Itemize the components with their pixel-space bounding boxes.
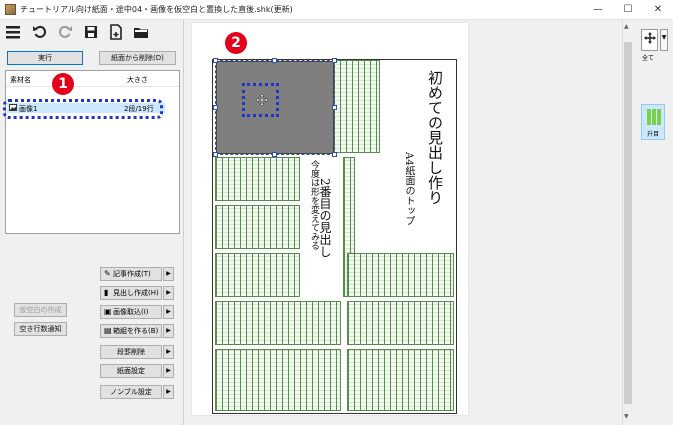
menu-icon[interactable] xyxy=(5,24,21,40)
right-panel: ▼ 全て 升目 xyxy=(633,20,673,425)
canvas-area[interactable]: 初めての見出し作り A4紙面のトップ 今度は形を変えてみる 2番目の見出し 2 xyxy=(183,20,623,425)
minimize-button[interactable]: — xyxy=(583,0,613,20)
page-settings-button[interactable]: 紙面設定 xyxy=(100,364,162,378)
move-view-icon xyxy=(644,32,656,46)
newspaper-page[interactable]: 初めての見出し作り A4紙面のトップ 今度は形を変えてみる 2番目の見出し 2 xyxy=(192,23,468,415)
resize-handle[interactable] xyxy=(332,105,337,110)
article-text-block[interactable] xyxy=(215,205,300,249)
callout-badge-1: 1 xyxy=(52,73,74,95)
import-image-label: 画像取込(I) xyxy=(113,308,149,316)
view-dropdown-arrow[interactable]: ▼ xyxy=(660,29,668,51)
scroll-up-icon[interactable]: ▲ xyxy=(624,23,629,30)
grid-label: 升目 xyxy=(647,131,660,138)
callout-highlight-asset xyxy=(3,99,163,119)
move-cursor-icon xyxy=(255,93,269,109)
article-text-block[interactable] xyxy=(215,253,300,297)
new-document-icon[interactable] xyxy=(108,24,124,40)
scrollbar-thumb[interactable] xyxy=(624,42,632,404)
resize-handle[interactable] xyxy=(213,152,218,157)
article-text-block[interactable] xyxy=(333,60,380,153)
article-text-block[interactable] xyxy=(347,301,454,345)
resize-handle[interactable] xyxy=(213,58,218,63)
redo-icon[interactable] xyxy=(57,24,73,40)
execute-button[interactable]: 実行 xyxy=(7,51,83,65)
pencil-icon: ✎ xyxy=(104,269,111,278)
headline-icon: ▮ xyxy=(104,288,109,297)
create-article-dropdown[interactable]: ▶ xyxy=(163,267,174,281)
create-headline-dropdown[interactable]: ▶ xyxy=(163,286,174,300)
scroll-down-icon[interactable]: ▼ xyxy=(624,413,629,420)
page-number-settings-button[interactable]: ノンブル設定 xyxy=(100,385,162,399)
make-box-dropdown[interactable]: ▶ xyxy=(163,324,174,338)
asset-list-header: 素材名 大きさ xyxy=(6,71,179,87)
undo-icon[interactable] xyxy=(32,24,48,40)
main-headline[interactable]: 初めての見出し作り xyxy=(425,70,446,205)
resize-handle[interactable] xyxy=(272,58,277,63)
article-text-block[interactable] xyxy=(347,349,454,411)
title-bar: チュートリアル向け紙面・途中04・画像を仮空白と置換した直後.shk(更新) —… xyxy=(0,0,673,20)
window-title: チュートリアル向け紙面・途中04・画像を仮空白と置換した直後.shk(更新) xyxy=(20,5,293,14)
callout-badge-2: 2 xyxy=(225,32,247,54)
main-subheadline[interactable]: A4紙面のトップ xyxy=(401,152,416,226)
article-text-block[interactable] xyxy=(347,253,454,297)
close-button[interactable]: ✕ xyxy=(643,0,673,20)
toolbar xyxy=(0,20,190,44)
page-number-settings-dropdown[interactable]: ▶ xyxy=(163,385,174,399)
image-import-icon: ▣ xyxy=(104,307,112,316)
resize-handle[interactable] xyxy=(272,152,277,157)
grid-columns-icon xyxy=(647,109,661,127)
asset-list[interactable]: 素材名 大きさ 画像1 2段/19行 xyxy=(5,70,180,234)
resize-handle[interactable] xyxy=(213,105,218,110)
article-text-block[interactable] xyxy=(215,157,300,201)
create-article-label: 記事作成(T) xyxy=(113,270,151,278)
delete-column-rule-dropdown[interactable]: ▶ xyxy=(163,345,174,359)
maximize-button[interactable]: ☐ xyxy=(613,0,643,20)
create-article-button[interactable]: ✎ 記事作成(T) xyxy=(100,267,162,281)
resize-handle[interactable] xyxy=(332,152,337,157)
create-temp-blank-button[interactable]: 仮空白の作成 xyxy=(14,303,67,317)
save-icon[interactable] xyxy=(83,24,99,40)
box-icon: ▤ xyxy=(104,326,112,335)
column-size-header[interactable]: 大きさ xyxy=(127,75,148,85)
folder-icon[interactable] xyxy=(133,24,149,40)
import-image-dropdown[interactable]: ▶ xyxy=(163,305,174,319)
view-all-label: 全て xyxy=(642,55,655,62)
view-all-button[interactable] xyxy=(641,29,658,51)
grid-toggle-button[interactable]: 升目 xyxy=(641,104,665,140)
free-lines-notify-button[interactable]: 空き行数通知 xyxy=(14,322,67,336)
import-image-button[interactable]: ▣画像取込(I) xyxy=(100,305,162,319)
app-icon xyxy=(5,4,16,15)
second-headline[interactable]: 2番目の見出し xyxy=(317,178,334,258)
column-name-header[interactable]: 素材名 xyxy=(10,75,31,85)
article-text-block[interactable] xyxy=(215,301,341,345)
article-text-block[interactable] xyxy=(215,349,341,411)
page-settings-dropdown[interactable]: ▶ xyxy=(163,364,174,378)
make-box-label: 箱組を作る(B) xyxy=(113,327,159,335)
create-headline-label: 見出し作成(H) xyxy=(113,289,159,297)
resize-handle[interactable] xyxy=(332,58,337,63)
make-box-button[interactable]: ▤箱組を作る(B) xyxy=(100,324,162,338)
vertical-scrollbar[interactable]: ▲ ▼ xyxy=(622,20,632,425)
delete-column-rule-button[interactable]: 段罫削除 xyxy=(100,345,162,359)
remove-from-page-button[interactable]: 紙面から削除(D) xyxy=(99,51,176,65)
create-headline-button[interactable]: ▮ 見出し作成(H) xyxy=(100,286,162,300)
